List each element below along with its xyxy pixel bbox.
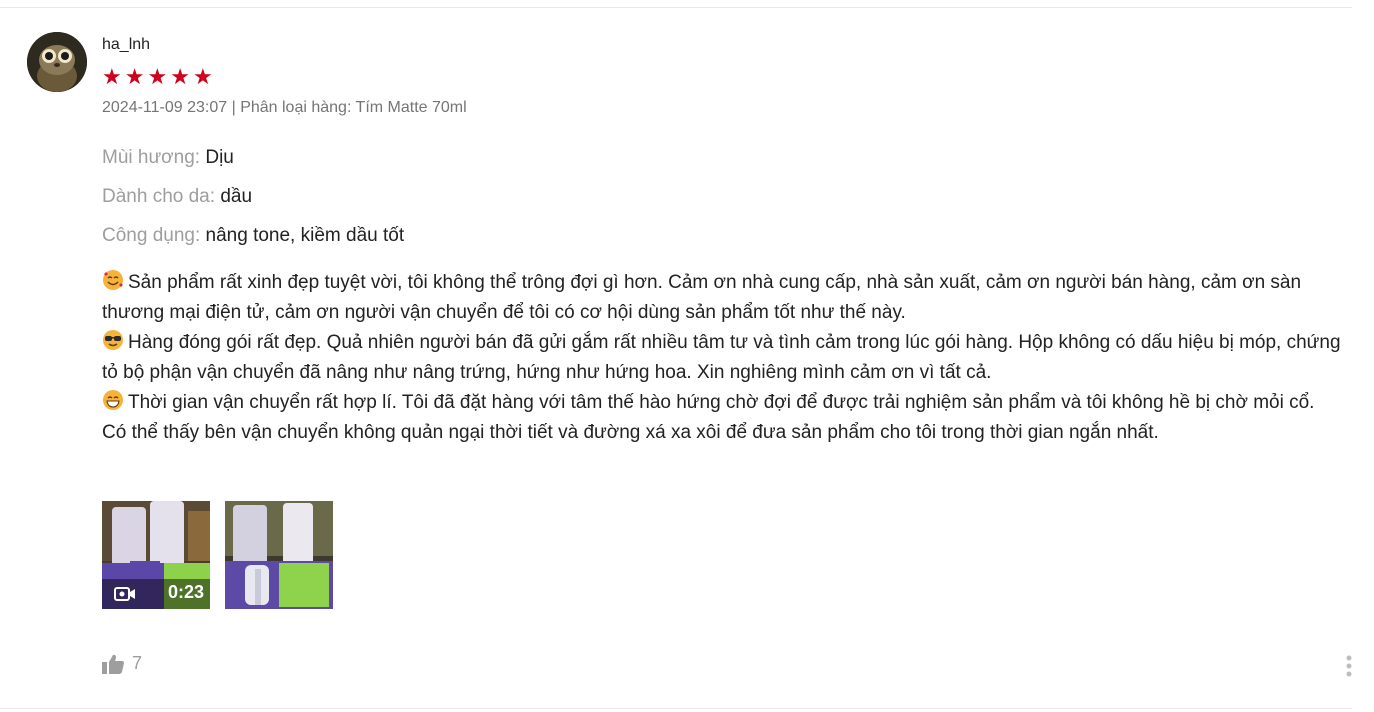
attribute-key: Dành cho da:: [102, 186, 216, 207]
star-icon: ★: [192, 64, 213, 89]
like-count: 7: [132, 653, 143, 673]
grinning-face-icon: [103, 390, 123, 410]
attribute-key: Mùi hương:: [102, 147, 201, 168]
attribute-key: Công dụng:: [102, 225, 201, 246]
smiling-face-with-hearts-icon: [103, 270, 123, 290]
attribute-value: Dịu: [205, 147, 234, 168]
review-text: Sản phẩm rất xinh đẹp tuyệt vời, tôi khô…: [102, 268, 1342, 448]
review-paragraph-text: Sản phẩm rất xinh đẹp tuyệt vời, tôi khô…: [102, 272, 1302, 323]
more-options-icon[interactable]: [1342, 654, 1356, 678]
top-divider: [0, 7, 1352, 8]
review-paragraph: Thời gian vận chuyển rất hợp lí. Tôi đã …: [102, 388, 1342, 448]
thumbs-up-icon[interactable]: [102, 654, 124, 674]
video-duration: 0:23: [167, 582, 204, 602]
star-icon: ★: [147, 64, 168, 89]
reviewer-username: ha_lnh: [102, 36, 151, 53]
video-camera-icon: [114, 587, 135, 601]
bottom-divider: [0, 708, 1352, 709]
attribute-usage: Công dụng: nâng tone, kiềm dầu tốt: [102, 225, 404, 247]
review-paragraph: Sản phẩm rất xinh đẹp tuyệt vời, tôi khô…: [102, 268, 1342, 328]
star-icon: ★: [102, 64, 122, 89]
review-meta: 2024-11-09 23:07 | Phân loại hàng: Tím M…: [102, 99, 467, 116]
review-video-thumbnail[interactable]: 0:23: [102, 501, 210, 609]
review-photo-thumbnail[interactable]: [225, 501, 333, 609]
avatar-image: [27, 32, 87, 92]
star-icon: ★: [170, 64, 190, 89]
sunglasses-face-icon: [103, 330, 123, 350]
attribute-skin-type: Dành cho da: dầu: [102, 186, 252, 208]
attribute-value: nâng tone, kiềm dầu tốt: [205, 225, 405, 246]
attribute-scent: Mùi hương: Dịu: [102, 147, 234, 169]
review-paragraph-text: Thời gian vận chuyển rất hợp lí. Tôi đã …: [102, 392, 1315, 443]
star-icon: ★: [124, 64, 145, 89]
review-paragraph-text: Hàng đóng gói rất đẹp. Quả nhiên người b…: [102, 332, 1341, 383]
like-section: 7: [102, 653, 142, 674]
attribute-value: dầu: [220, 186, 253, 207]
photo-thumbnail-image: [225, 501, 333, 609]
rating-stars: ★ ★ ★ ★ ★: [102, 66, 213, 88]
avatar[interactable]: [27, 32, 87, 92]
review-paragraph: Hàng đóng gói rất đẹp. Quả nhiên người b…: [102, 328, 1342, 388]
